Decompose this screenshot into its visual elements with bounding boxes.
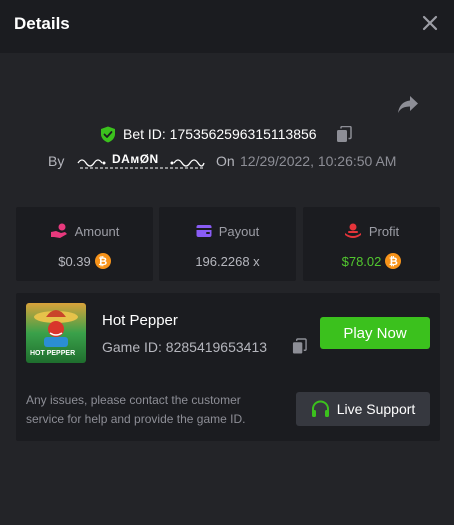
bet-meta-row: By DAмØN On 12/29/2022, 10:26:50 AM [0, 152, 454, 172]
modal-title: Details [14, 14, 70, 33]
modal-header: Details [0, 0, 454, 53]
hand-coins-icon [50, 223, 67, 238]
bet-id-row: Bet ID: 1753562596315113856 [0, 125, 454, 145]
bet-id: Bet ID: 1753562596315113856 [123, 126, 317, 142]
thumbnail-title: HOT PEPPER [30, 350, 75, 357]
game-name: Hot Pepper [102, 312, 178, 329]
bet-date: 12/29/2022, 10:26:50 AM [240, 153, 397, 169]
username-link[interactable]: DAмØN [74, 152, 206, 172]
by-label: By [48, 153, 65, 169]
amount-value: $0.39 [58, 253, 91, 269]
copy-icon[interactable] [292, 338, 307, 355]
bitcoin-icon: ₿ [385, 253, 402, 269]
profit-card: Profit $78.02 ₿ [303, 207, 440, 281]
play-now-button[interactable]: Play Now [320, 317, 430, 349]
headset-icon [311, 400, 329, 417]
profit-label: Profit [368, 223, 400, 239]
username: DAмØN [112, 152, 159, 166]
share-icon[interactable] [397, 95, 419, 115]
shield-check-icon [101, 126, 115, 143]
support-help-text: Any issues, please contact the customer … [26, 393, 246, 426]
live-support-button[interactable]: Live Support [296, 392, 430, 426]
close-icon[interactable] [420, 13, 440, 33]
amount-label: Amount [74, 223, 120, 239]
money-hand-icon [344, 223, 361, 238]
payout-label: Payout [218, 223, 260, 239]
copy-icon[interactable] [336, 126, 352, 143]
payout-value: 196.2268 x [195, 253, 260, 269]
on-label: On [216, 153, 235, 169]
game-thumbnail[interactable]: HOT PEPPER [26, 303, 86, 363]
bitcoin-icon: ₿ [94, 253, 111, 269]
game-thumbnail-image: HOT PEPPER [26, 303, 86, 363]
amount-card: Amount $0.39 ₿ [16, 207, 153, 281]
wallet-icon [196, 225, 212, 237]
game-id: Game ID: 8285419653413 [102, 339, 268, 355]
profit-value: $78.02 [341, 253, 382, 269]
payout-card: Payout 196.2268 x [159, 207, 296, 281]
live-support-label: Live Support [336, 401, 416, 417]
game-panel: HOT PEPPER Hot Pepper Game ID: 828541965… [16, 293, 440, 441]
